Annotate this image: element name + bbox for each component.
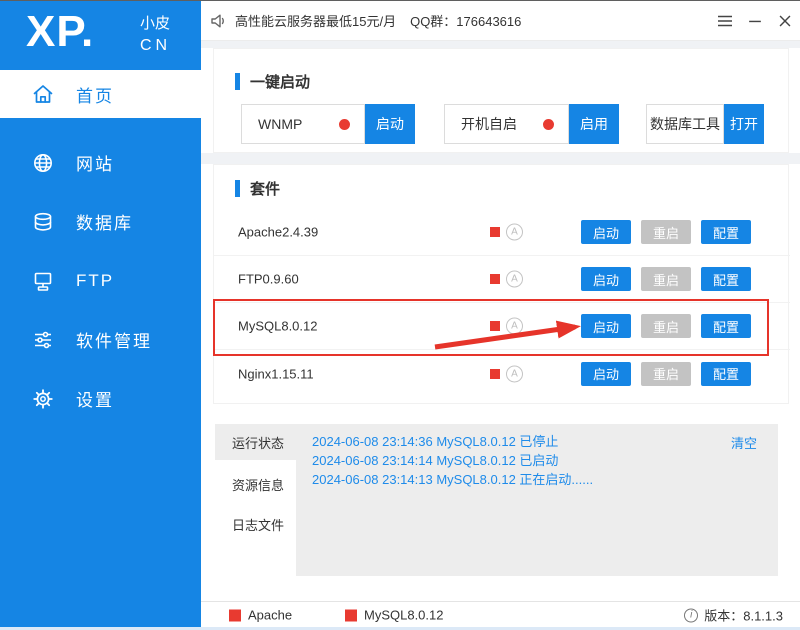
status-dot-stopped xyxy=(339,119,350,130)
suite-rows: Apache2.4.39 A 启动 重启 配置 FTP0.9.60 A 启动 重… xyxy=(214,209,790,397)
sidebar-item-home[interactable]: 首页 xyxy=(0,70,201,118)
autostart-badge-icon[interactable]: A xyxy=(506,224,523,241)
announcement-speaker-icon xyxy=(209,11,229,31)
footer-service-apache: Apache xyxy=(229,608,292,623)
quick-start-row: WNMP 启动 开机自启 启用 数据库工具 打开 xyxy=(214,104,790,144)
titlebar: 高性能云服务器最低15元/月 QQ群：176643616 xyxy=(201,1,800,41)
suite-row-apache: Apache2.4.39 A 启动 重启 配置 xyxy=(214,209,790,256)
autostart-badge-icon[interactable]: A xyxy=(506,318,523,335)
gear-icon xyxy=(31,387,55,411)
suite-row-ftp: FTP0.9.60 A 启动 重启 配置 xyxy=(214,256,790,303)
ftp-start-button[interactable]: 启动 xyxy=(581,267,631,291)
sidebar-item-ftp[interactable]: FTP xyxy=(0,251,201,310)
nginx-config-button[interactable]: 配置 xyxy=(701,362,751,386)
sidebar-item-label: 设置 xyxy=(76,386,114,411)
ftp-restart-button[interactable]: 重启 xyxy=(641,267,691,291)
tab-resource-info[interactable]: 资源信息 xyxy=(215,466,296,502)
divider xyxy=(201,153,800,164)
sidebar-item-label: 网站 xyxy=(76,150,114,175)
app-window: XP. 小皮 CN 首页 网站 xyxy=(0,0,800,630)
autostart-enable-button[interactable]: 启用 xyxy=(569,104,619,144)
quick-start-card: 一键启动 WNMP 启动 开机自启 启用 xyxy=(213,48,789,153)
wnmp-group: WNMP 启动 xyxy=(241,104,415,144)
version-label: 版本：8.1.1.3 xyxy=(704,606,783,625)
title-accent-bar xyxy=(235,180,240,197)
db-tool-open-button[interactable]: 打开 xyxy=(724,104,764,144)
sidebar-item-label: 首页 xyxy=(76,82,114,107)
sidebar-item-label: 软件管理 xyxy=(76,327,152,352)
autostart-group: 开机自启 启用 xyxy=(444,104,619,144)
status-square-stopped xyxy=(345,609,357,621)
suite-row-mysql: MySQL8.0.12 A 启动 重启 配置 xyxy=(214,303,790,350)
nginx-start-button[interactable]: 启动 xyxy=(581,362,631,386)
info-icon: i xyxy=(684,608,698,622)
main-content: 一键启动 WNMP 启动 开机自启 启用 xyxy=(201,41,800,630)
status-square-stopped xyxy=(229,609,241,621)
ftp-monitor-icon xyxy=(31,269,55,293)
sliders-icon xyxy=(31,328,55,352)
db-tool-group: 数据库工具 打开 xyxy=(646,104,764,144)
sidebar-item-database[interactable]: 数据库 xyxy=(0,192,201,251)
ftp-config-button[interactable]: 配置 xyxy=(701,267,751,291)
logo-text: XP. xyxy=(26,7,94,57)
apache-config-button[interactable]: 配置 xyxy=(701,220,751,244)
wnmp-start-button[interactable]: 启动 xyxy=(365,104,415,144)
title-accent-bar xyxy=(235,73,240,90)
close-icon[interactable] xyxy=(770,7,800,35)
autostart-badge-icon[interactable]: A xyxy=(506,365,523,382)
status-square-stopped xyxy=(490,369,500,379)
status-square-stopped xyxy=(490,227,500,237)
status-dot-stopped xyxy=(543,119,554,130)
mysql-restart-button[interactable]: 重启 xyxy=(641,314,691,338)
logo-subtext: 小皮 CN xyxy=(140,12,171,55)
apache-restart-button[interactable]: 重启 xyxy=(641,220,691,244)
status-panel: 运行状态 资源信息 日志文件 2024-06-08 23:14:36 MySQL… xyxy=(215,424,778,576)
log-line: 2024-06-08 23:14:14 MySQL8.0.12 已启动 xyxy=(312,451,762,470)
divider xyxy=(201,41,800,48)
footer-service-mysql: MySQL8.0.12 xyxy=(345,608,444,623)
status-square-stopped xyxy=(490,321,500,331)
mysql-config-button[interactable]: 配置 xyxy=(701,314,751,338)
nginx-restart-button[interactable]: 重启 xyxy=(641,362,691,386)
sidebar-item-website[interactable]: 网站 xyxy=(0,133,201,192)
version-info: i 版本：8.1.1.3 xyxy=(684,606,783,625)
wnmp-status-box: WNMP xyxy=(241,104,365,144)
sidebar-item-software[interactable]: 软件管理 xyxy=(0,310,201,369)
suite-card: 套件 Apache2.4.39 A 启动 重启 配置 FTP0.9.60 A 启… xyxy=(213,164,789,404)
tab-run-status[interactable]: 运行状态 xyxy=(215,424,296,460)
section-title-suite: 套件 xyxy=(235,178,280,199)
autostart-badge-icon[interactable]: A xyxy=(506,271,523,288)
suite-row-nginx: Nginx1.15.11 A 启动 重启 配置 xyxy=(214,350,790,397)
home-icon xyxy=(31,82,55,106)
run-status-log: 2024-06-08 23:14:36 MySQL8.0.12 已停止 2024… xyxy=(296,424,778,576)
qq-group-label: QQ群：176643616 xyxy=(410,11,521,30)
window-controls xyxy=(710,1,800,41)
clear-log-link[interactable]: 清空 xyxy=(731,433,757,452)
minimize-icon[interactable] xyxy=(740,7,770,35)
log-line: 2024-06-08 23:14:36 MySQL8.0.12 已停止 xyxy=(312,432,762,451)
autostart-status-box: 开机自启 xyxy=(444,104,569,144)
apache-start-button[interactable]: 启动 xyxy=(581,220,631,244)
globe-icon xyxy=(31,151,55,175)
menu-icon[interactable] xyxy=(710,7,740,35)
db-tool-label-box: 数据库工具 xyxy=(646,104,724,144)
sidebar-item-label: 数据库 xyxy=(76,209,133,234)
app-logo: XP. 小皮 CN xyxy=(0,1,201,70)
tab-log-file[interactable]: 日志文件 xyxy=(215,506,296,542)
sidebar-menu: 网站 数据库 FTP xyxy=(0,120,201,428)
sidebar-item-settings[interactable]: 设置 xyxy=(0,369,201,428)
section-title-quick-start: 一键启动 xyxy=(235,71,310,92)
sidebar: XP. 小皮 CN 首页 网站 xyxy=(0,1,201,630)
database-icon xyxy=(31,210,55,234)
footer-statusbar: Apache MySQL8.0.12 i 版本：8.1.1.3 xyxy=(201,601,800,628)
sidebar-item-label: FTP xyxy=(76,271,114,291)
log-line: 2024-06-08 23:14:13 MySQL8.0.12 正在启动....… xyxy=(312,470,762,489)
announcement-link[interactable]: 高性能云服务器最低15元/月 xyxy=(235,11,396,30)
mysql-start-button[interactable]: 启动 xyxy=(581,314,631,338)
status-square-stopped xyxy=(490,274,500,284)
